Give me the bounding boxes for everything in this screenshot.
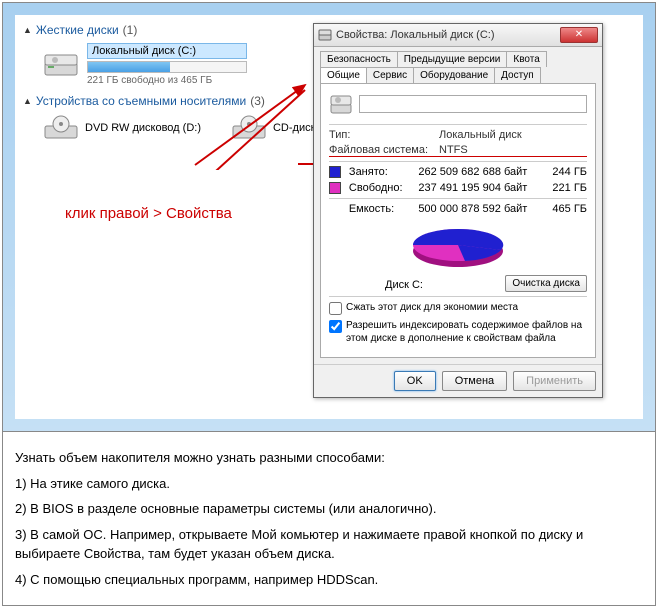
capacity-gb: 465 ГБ [537, 203, 587, 215]
index-label: Разрешить индексировать содержимое файло… [346, 319, 587, 345]
annotation-text: клик правой > Свойства [65, 205, 232, 222]
tab-tools[interactable]: Сервис [366, 67, 414, 83]
article-item-2: 2) В BIOS в разделе основные параметры с… [15, 499, 643, 519]
disk-cleanup-button[interactable]: Очистка диска [505, 275, 587, 292]
apply-button[interactable]: Применить [513, 371, 596, 391]
cancel-button[interactable]: Отмена [442, 371, 507, 391]
hdd-icon [329, 92, 353, 116]
pie-label: Диск C: [329, 279, 479, 291]
drive-name: DVD RW дисковод (D:) [85, 122, 201, 134]
compress-checkbox[interactable] [329, 302, 342, 315]
hdd-icon [318, 28, 332, 42]
disk-usage-pie [403, 221, 513, 271]
drive-name: Локальный диск (C:) [87, 43, 247, 59]
type-label: Тип: [329, 129, 439, 141]
tab-hardware[interactable]: Оборудование [413, 67, 495, 83]
tab-previous-versions[interactable]: Предыдущие версии [397, 51, 508, 67]
free-label: Свободно: [349, 182, 418, 194]
filesystem-label: Файловая система: [329, 144, 439, 156]
capacity-label: Емкость: [349, 203, 418, 215]
hdd-icon [43, 51, 79, 79]
used-bytes: 262 509 682 688 байт [418, 166, 537, 178]
properties-dialog: Свойства: Локальный диск (C:) ✕ Безопасн… [313, 23, 603, 398]
close-button[interactable]: ✕ [560, 27, 598, 43]
used-swatch [329, 166, 341, 178]
tab-sharing[interactable]: Доступ [494, 67, 541, 83]
volume-name-input[interactable] [359, 95, 587, 113]
dvd-drive-icon [43, 114, 79, 142]
collapse-arrow-icon: ▲ [23, 96, 32, 106]
collapse-arrow-icon: ▲ [23, 25, 32, 35]
article-intro: Узнать объем накопителя можно узнать раз… [15, 448, 643, 468]
tab-general[interactable]: Общие [320, 67, 367, 83]
compress-label: Сжать этот диск для экономии места [346, 301, 587, 314]
article-item-3: 3) В самой ОС. Например, открываете Мой … [15, 525, 643, 564]
dialog-titlebar[interactable]: Свойства: Локальный диск (C:) ✕ [314, 24, 602, 47]
article-text: Узнать объем накопителя можно узнать раз… [3, 431, 655, 605]
type-value: Локальный диск [439, 129, 522, 141]
article-item-4: 4) С помощью специальных программ, напри… [15, 570, 643, 590]
tab-security[interactable]: Безопасность [320, 51, 398, 67]
ok-button[interactable]: OK [394, 371, 436, 391]
index-checkbox[interactable] [329, 320, 342, 333]
free-gb: 221 ГБ [537, 182, 587, 194]
capacity-bytes: 500 000 878 592 байт [418, 203, 537, 215]
section-label: Жесткие диски [36, 23, 119, 37]
tab-quota[interactable]: Квота [506, 51, 546, 67]
dialog-title: Свойства: Локальный диск (C:) [336, 29, 560, 41]
drive-usage-bar [87, 61, 247, 73]
free-bytes: 237 491 195 904 байт [418, 182, 537, 194]
used-gb: 244 ГБ [537, 166, 587, 178]
drive-dvd[interactable]: DVD RW дисковод (D:) [43, 114, 201, 142]
used-label: Занято: [349, 166, 418, 178]
filesystem-value: NTFS [439, 144, 468, 156]
article-item-1: 1) На этике самого диска. [15, 474, 643, 494]
section-count: (1) [123, 23, 138, 37]
free-swatch [329, 182, 341, 194]
